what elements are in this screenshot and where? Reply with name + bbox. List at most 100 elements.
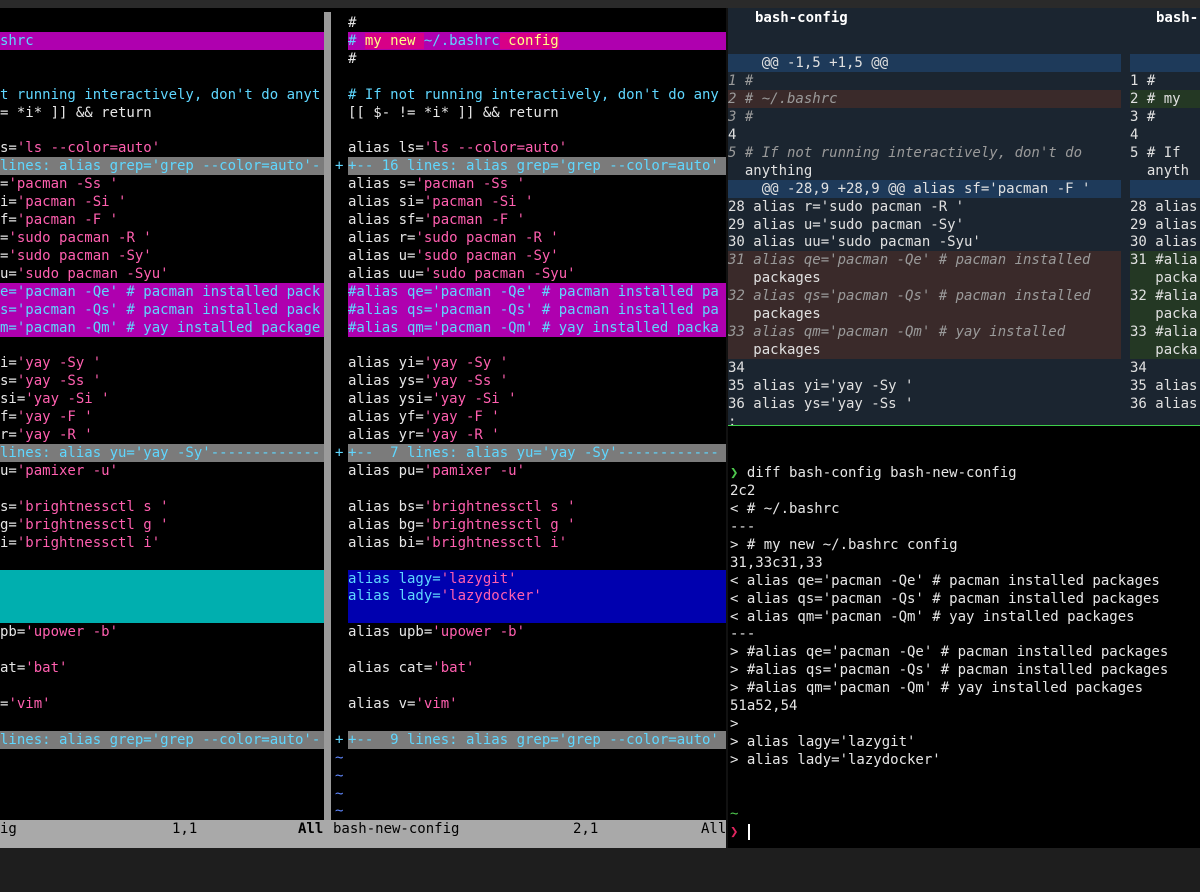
terminal-line: ❯ bbox=[730, 823, 1200, 841]
right_pane-line-text: # bbox=[348, 50, 357, 67]
left_pane-line: g='brightnessctl g ' bbox=[0, 516, 324, 534]
right_pane-line: alias upb='upower -b' bbox=[348, 623, 726, 641]
right_pane-line: +-- 7 lines: alias yu='yay -Sy'---------… bbox=[348, 444, 726, 463]
terminal-line: > #alias qe='pacman -Qe' # pacman instal… bbox=[730, 643, 1200, 661]
right_pane-line-text: alias ysi= bbox=[348, 391, 433, 408]
left_pane-line: lines: alias grep='grep --color=auto'- bbox=[0, 157, 324, 176]
right_pane-line: alias uu='sudo pacman -Syu' bbox=[348, 265, 726, 283]
empty-line-marker: ~ bbox=[335, 785, 344, 802]
terminal-line: < # ~/.bashrc bbox=[730, 500, 1200, 518]
right_pane-line-text: alias pu= bbox=[348, 463, 424, 479]
left_pane-line-text: t running interactively, don't do anyt bbox=[0, 86, 321, 103]
right_pane-line: +-- 9 lines: alias grep='grep --color=au… bbox=[348, 730, 726, 749]
terminal-line-text: 31,33c31,33 bbox=[730, 554, 823, 571]
fold-marker: + bbox=[335, 158, 344, 175]
diff-right-line: 32 #alia bbox=[1130, 287, 1200, 306]
terminal-line-text: < alias qs='pacman -Qs' # pacman install… bbox=[730, 590, 1160, 607]
right_pane-line-text: 'lazydocker' bbox=[440, 588, 542, 605]
terminal-line-text: 2c2 bbox=[730, 482, 756, 499]
terminal-line: 31,33c31,33 bbox=[730, 554, 1200, 572]
terminal-cursor bbox=[748, 823, 751, 840]
right_pane-line-text: alias yf= bbox=[348, 409, 424, 426]
terminal-line: < alias qm='pacman -Qm' # yay installed … bbox=[730, 608, 1200, 626]
right_pane-line-text: 'yay -F ' bbox=[423, 409, 500, 426]
right_pane-line-text: ~/.bashrc bbox=[423, 32, 500, 49]
left_pane-line: e='pacman -Qe' # pacman installed pack bbox=[0, 282, 324, 301]
right_pane-line bbox=[348, 641, 726, 659]
left_pane-line-text: i= bbox=[0, 355, 17, 372]
left_pane-line: m='pacman -Qm' # yay installed package bbox=[0, 318, 324, 337]
terminal-line: > alias lady='lazydocker' bbox=[730, 751, 1200, 769]
right_pane-line-text: # bbox=[348, 32, 365, 49]
left_pane-line-text: g= bbox=[0, 516, 17, 533]
left_pane-line: at='bat' bbox=[0, 659, 324, 677]
terminal-line-text: < alias qm='pacman -Qm' # yay installed … bbox=[730, 608, 1135, 625]
left_pane-line-text: f= bbox=[0, 409, 17, 426]
diff-left-line: 3 # bbox=[728, 108, 754, 125]
vim-left-statusline: ig 1,1 All bbox=[0, 820, 348, 848]
terminal-line-text: ~ bbox=[730, 805, 739, 822]
left_pane-line-text: s= bbox=[0, 140, 17, 157]
right_pane-line: alias u='sudo pacman -Sy' bbox=[348, 247, 726, 265]
diff-left-line: 35 alias yi='yay -Sy ' bbox=[728, 378, 914, 395]
right_pane-line: alias bg='brightnessctl g ' bbox=[348, 516, 726, 534]
left_pane-line-text: 'ls --color=auto' bbox=[16, 140, 161, 157]
right_pane-line-text: 'yay -R ' bbox=[423, 427, 500, 444]
diff-left-line: 31 alias qe='pacman -Qe' # pacman instal… bbox=[728, 251, 1121, 270]
right_pane-line-text: alias yr= bbox=[348, 427, 424, 444]
vim-fold-gutter: + + + ~ ~ ~ ~ bbox=[324, 8, 348, 820]
diff-right-line: 30 alias bbox=[1130, 234, 1198, 251]
terminal-line: --- bbox=[730, 518, 1200, 536]
left_pane-line-text: 'yay -F ' bbox=[16, 409, 93, 426]
left_pane-line bbox=[0, 122, 324, 140]
vim-left-window[interactable]: shrc t running interactively, don't do an… bbox=[0, 8, 324, 820]
right_pane-line-text: # bbox=[348, 15, 357, 31]
diff-viewer[interactable]: bash-config bash- @@ -1,5 +1,5 @@ 1 #1 #2… bbox=[728, 8, 1200, 426]
diff-right-line: 34 bbox=[1130, 360, 1147, 377]
right_pane-line: alias ysi='yay -Si ' bbox=[348, 390, 726, 408]
terminal-line-text: --- bbox=[730, 626, 756, 643]
right_pane-line bbox=[348, 337, 726, 355]
right_pane-line: alias pu='pamixer -u' bbox=[348, 462, 726, 480]
left-status-filename: ig bbox=[0, 821, 17, 837]
right_pane-line: #alias qs='pacman -Qs' # pacman installe… bbox=[348, 300, 726, 319]
diff-right-line: anyth bbox=[1130, 162, 1190, 179]
terminal-line-text: > # my new ~/.bashrc config bbox=[730, 536, 958, 553]
left_pane-line-text: lines: alias yu='yay -Sy'------------- bbox=[0, 445, 321, 462]
diff-left-line: 2 # ~/.bashrc bbox=[728, 89, 1121, 108]
terminal-pane[interactable]: ❯ diff bash-config bash-new-config 2c2 < #… bbox=[728, 426, 1200, 848]
left_pane-line bbox=[0, 713, 324, 731]
diff-left-line: 1 # bbox=[728, 72, 754, 89]
left_pane-line-text: = *i* ]] && return bbox=[0, 104, 152, 121]
left_pane-line bbox=[0, 587, 324, 606]
left_pane-line: shrc bbox=[0, 31, 324, 50]
left_pane-line-text: lines: alias grep='grep --color=auto'- bbox=[0, 158, 321, 175]
left_pane-line: i='yay -Sy ' bbox=[0, 354, 324, 372]
diff-right-line: 33 #alia bbox=[1130, 323, 1200, 342]
diff-left-line: 28 alias r='sudo pacman -R ' bbox=[728, 198, 965, 215]
right_pane-line: alias r='sudo pacman -R ' bbox=[348, 229, 726, 247]
terminal-line-text: < alias qe='pacman -Qe' # pacman install… bbox=[730, 572, 1160, 589]
left_pane-line: u='sudo pacman -Syu' bbox=[0, 265, 324, 283]
left_pane-line-text: 'pacman -Ss ' bbox=[8, 176, 119, 193]
left_pane-line bbox=[0, 480, 324, 498]
diff-left-line: packages bbox=[728, 269, 1121, 288]
empty-line-marker: ~ bbox=[335, 767, 344, 784]
right_pane-line-text: alias yi= bbox=[348, 355, 424, 372]
left_pane-line-text: at= bbox=[0, 660, 26, 677]
terminal-line-text: --- bbox=[730, 518, 756, 535]
left_pane-line: = *i* ]] && return bbox=[0, 104, 324, 122]
right_pane-line-text: +-- 7 lines: alias yu='yay -Sy'---------… bbox=[348, 445, 719, 462]
diff-right-line bbox=[1130, 53, 1200, 72]
left_pane-line: ='sudo pacman -R ' bbox=[0, 229, 324, 247]
terminal-line-text: > #alias qs='pacman -Qs' # pacman instal… bbox=[730, 662, 1169, 679]
left_pane-line bbox=[0, 677, 324, 695]
vim-right-window[interactable]: # # my new ~/.bashrc config # # If not runn… bbox=[348, 8, 726, 820]
diff-header-left: bash-config bbox=[755, 10, 848, 26]
right_pane-line: alias bi='brightnessctl i' bbox=[348, 534, 726, 552]
left_pane-line: s='yay -Ss ' bbox=[0, 372, 324, 390]
right_pane-line-text: alias v= bbox=[348, 695, 416, 712]
left_pane-line-text: lines: alias grep='grep --color=auto'- bbox=[0, 731, 321, 748]
